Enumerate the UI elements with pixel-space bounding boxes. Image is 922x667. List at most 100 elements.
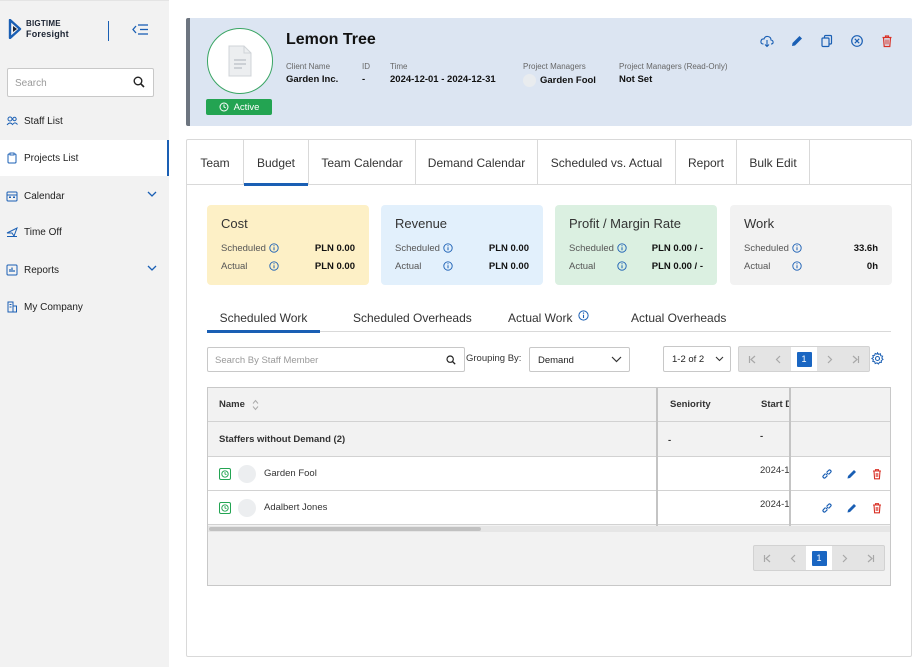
tab-team[interactable]: Team — [187, 140, 244, 185]
status-badge: Active — [206, 99, 272, 115]
tab-bulk-edit[interactable]: Bulk Edit — [737, 140, 810, 185]
grid-header-row: Name Seniority Start D — [208, 388, 890, 422]
last-page-button[interactable] — [858, 546, 884, 570]
pencil-icon[interactable] — [846, 502, 858, 514]
kpi-value: 0h — [866, 260, 878, 272]
link-icon[interactable] — [821, 468, 833, 480]
meta-project-managers: Project Managers Garden Fool — [523, 62, 596, 87]
pinned-column-divider — [789, 388, 791, 526]
table-row[interactable]: Adalbert Jones 2024-1 — [208, 491, 890, 525]
info-icon[interactable] — [269, 261, 279, 271]
sidebar-search-input[interactable] — [15, 75, 125, 91]
info-icon[interactable] — [443, 261, 453, 271]
chevron-left-icon — [775, 355, 781, 363]
sidebar-item-projects-list[interactable]: Projects List — [0, 140, 169, 176]
info-icon[interactable] — [443, 243, 453, 253]
horizontal-scrollbar[interactable] — [208, 526, 890, 532]
current-page[interactable]: 1 — [791, 347, 817, 371]
sort-icon[interactable] — [252, 399, 259, 411]
chevron-right-icon — [827, 355, 833, 363]
kpi-card-work: Work Scheduled 33.6h Actual 0h — [730, 205, 892, 285]
trash-icon[interactable] — [871, 468, 883, 480]
tab-scheduled-vs-actual[interactable]: Scheduled vs. Actual — [538, 140, 676, 185]
brand-line2: Foresight — [26, 29, 69, 39]
kpi-label: Scheduled — [221, 242, 266, 254]
subtab-scheduled-overheads[interactable]: Scheduled Overheads — [353, 304, 472, 332]
sidebar-search — [7, 68, 154, 97]
info-icon[interactable] — [792, 261, 802, 271]
grid-settings-button[interactable] — [871, 352, 884, 365]
search-icon[interactable] — [133, 76, 145, 88]
sidebar-item-staff-list[interactable]: Staff List — [0, 103, 169, 139]
tab-team-calendar[interactable]: Team Calendar — [309, 140, 416, 185]
column-header-start-date[interactable]: Start D — [761, 388, 791, 421]
chevron-down-icon[interactable] — [147, 265, 157, 272]
last-page-button[interactable] — [843, 347, 869, 371]
meta-value: - — [362, 74, 366, 85]
chevron-down-icon — [611, 356, 622, 363]
search-icon[interactable] — [446, 355, 456, 365]
prev-page-button[interactable] — [765, 347, 791, 371]
meta-project-managers-readonly: Project Managers (Read-Only) Not Set — [619, 62, 727, 85]
meta-id: ID - — [362, 62, 370, 85]
staff-search-input[interactable] — [215, 352, 435, 368]
cancel-circle-icon[interactable] — [850, 34, 864, 48]
sidebar-item-label: Time Off — [24, 226, 62, 238]
brand-logo[interactable]: BIGTIME Foresight — [8, 19, 69, 39]
staff-name[interactable]: Garden Fool — [264, 468, 317, 479]
cloud-download-icon[interactable] — [760, 34, 774, 48]
logo-divider — [108, 21, 109, 41]
kpi-card-profit-margin: Profit / Margin Rate Scheduled PLN 0.00 /… — [555, 205, 717, 285]
copy-icon[interactable] — [820, 34, 834, 48]
pencil-icon[interactable] — [790, 34, 804, 48]
clock-status-icon — [219, 501, 231, 514]
info-icon[interactable] — [578, 310, 590, 321]
staff-grid: Name Seniority Start D Staffers without … — [207, 387, 891, 586]
project-avatar — [207, 28, 273, 94]
kpi-value: PLN 0.00 — [314, 242, 355, 254]
sidebar-item-my-company[interactable]: My Company — [0, 289, 169, 325]
meta-value[interactable]: Garden Fool — [540, 75, 596, 86]
first-page-button[interactable] — [754, 546, 780, 570]
pencil-icon[interactable] — [846, 468, 858, 480]
info-icon[interactable] — [617, 261, 627, 271]
first-page-button[interactable] — [739, 347, 765, 371]
table-row[interactable]: Garden Fool 2024-1 — [208, 457, 890, 491]
info-icon[interactable] — [269, 243, 279, 253]
subtab-scheduled-work[interactable]: Scheduled Work — [207, 304, 320, 333]
chevron-left-icon — [790, 554, 796, 562]
meta-time: Time 2024-12-01 - 2024-12-31 — [390, 62, 496, 85]
current-page[interactable]: 1 — [806, 546, 832, 570]
scrollbar-thumb[interactable] — [209, 527, 481, 531]
last-page-icon — [867, 554, 875, 562]
chevron-down-icon[interactable] — [147, 191, 157, 198]
tab-budget[interactable]: Budget — [244, 140, 309, 186]
staff-start-date: 2024-1 — [760, 499, 790, 510]
clock-icon — [219, 102, 229, 112]
link-icon[interactable] — [821, 502, 833, 514]
subtab-actual-work[interactable]: Actual Work — [508, 304, 590, 332]
staff-start-date: 2024-1 — [760, 465, 790, 476]
column-header-name[interactable]: Name — [219, 388, 259, 421]
next-page-button[interactable] — [817, 347, 843, 371]
trash-icon[interactable] — [880, 34, 894, 48]
collapse-sidebar-button[interactable] — [132, 23, 149, 36]
sidebar-item-calendar[interactable]: Calendar — [0, 178, 169, 214]
sidebar-item-time-off[interactable]: Time Off — [0, 214, 169, 250]
prev-page-button[interactable] — [780, 546, 806, 570]
page-range-select[interactable]: 1-2 of 2 — [663, 346, 731, 372]
info-icon[interactable] — [792, 243, 802, 253]
trash-icon[interactable] — [871, 502, 883, 514]
subtab-label: Actual Work — [508, 311, 573, 325]
sidebar-item-reports[interactable]: Reports — [0, 252, 169, 288]
subtab-actual-overheads[interactable]: Actual Overheads — [631, 304, 726, 332]
page-number: 1 — [796, 351, 812, 367]
tab-report[interactable]: Report — [676, 140, 737, 185]
grouping-select[interactable]: Demand — [529, 347, 630, 372]
kpi-label: Scheduled — [569, 242, 614, 254]
next-page-button[interactable] — [832, 546, 858, 570]
tab-demand-calendar[interactable]: Demand Calendar — [416, 140, 538, 185]
column-header-seniority[interactable]: Seniority — [670, 388, 711, 421]
staff-name[interactable]: Adalbert Jones — [264, 502, 327, 513]
info-icon[interactable] — [617, 243, 627, 253]
